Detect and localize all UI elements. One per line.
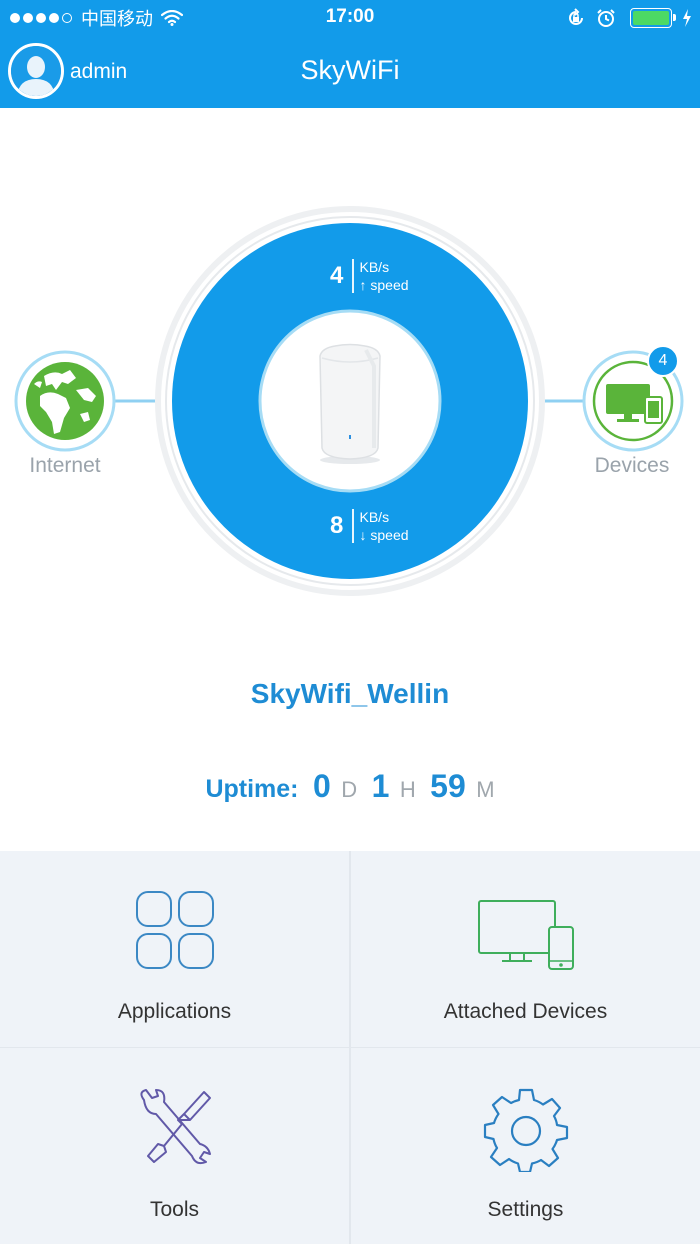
uptime-days: 0 xyxy=(312,768,331,804)
dashboard-main: Internet Devices 4 4 KB/s ↑ speed 8 KB/s… xyxy=(0,108,700,851)
download-speed-value: 8 xyxy=(330,512,344,539)
upload-speed-unit: KB/s xyxy=(359,259,390,275)
uptime-minutes: 59 xyxy=(430,768,466,804)
settings-gear-icon xyxy=(483,1088,568,1172)
menu-attached-devices-label: Attached Devices xyxy=(443,1000,608,1023)
devices-count-badge: 4 xyxy=(647,345,679,377)
menu-attached-devices[interactable]: Attached Devices xyxy=(351,851,700,1047)
router-ssid: SkyWifi_Wellin xyxy=(250,678,450,709)
upload-speed-direction: ↑ speed xyxy=(359,277,409,293)
uptime-minutes-unit: M xyxy=(476,777,495,802)
status-bar: 中国移动 17:00 xyxy=(0,0,700,36)
menu-applications-label: Applications xyxy=(117,1000,232,1023)
internet-globe-icon xyxy=(14,350,116,452)
download-speed-divider xyxy=(352,509,354,543)
network-diagram xyxy=(14,206,684,596)
menu-settings-label: Settings xyxy=(487,1198,564,1221)
alarm-icon xyxy=(597,9,615,27)
attached-devices-icon xyxy=(477,900,574,970)
uptime-display: Uptime: 0 D 1 H 59 M xyxy=(0,768,700,805)
top-bar: 中国移动 17:00 admin SkyWiFi xyxy=(0,0,700,108)
app-header: admin SkyWiFi xyxy=(0,36,700,108)
upload-speed-value: 4 xyxy=(330,262,344,289)
router-icon xyxy=(319,343,381,464)
uptime-days-unit: D xyxy=(341,777,358,802)
upload-speed-divider xyxy=(352,259,354,293)
page-title: SkyWiFi xyxy=(300,55,400,85)
applications-icon xyxy=(135,891,214,969)
internet-label[interactable]: Internet xyxy=(0,454,135,478)
menu-grid: Applications Attached Devices Tools Sett… xyxy=(0,851,700,1244)
battery-icon xyxy=(630,8,676,28)
download-speed: 8 KB/s ↓ speed xyxy=(330,508,409,544)
menu-tools[interactable]: Tools xyxy=(0,1048,349,1244)
menu-settings[interactable]: Settings xyxy=(351,1048,700,1244)
download-speed-unit: KB/s xyxy=(359,509,390,525)
menu-tools-label: Tools xyxy=(149,1198,200,1221)
uptime-hours-unit: H xyxy=(399,777,416,802)
devices-label[interactable]: Devices xyxy=(562,454,700,478)
charging-icon xyxy=(683,9,691,27)
uptime-hours: 1 xyxy=(371,768,390,804)
menu-applications[interactable]: Applications xyxy=(0,851,349,1047)
tools-icon xyxy=(139,1089,211,1165)
uptime-label: Uptime: xyxy=(205,775,299,803)
status-right xyxy=(556,6,692,30)
upload-speed: 4 KB/s ↑ speed xyxy=(330,258,409,294)
rotation-lock-icon xyxy=(569,8,583,25)
download-speed-direction: ↓ speed xyxy=(359,527,409,543)
